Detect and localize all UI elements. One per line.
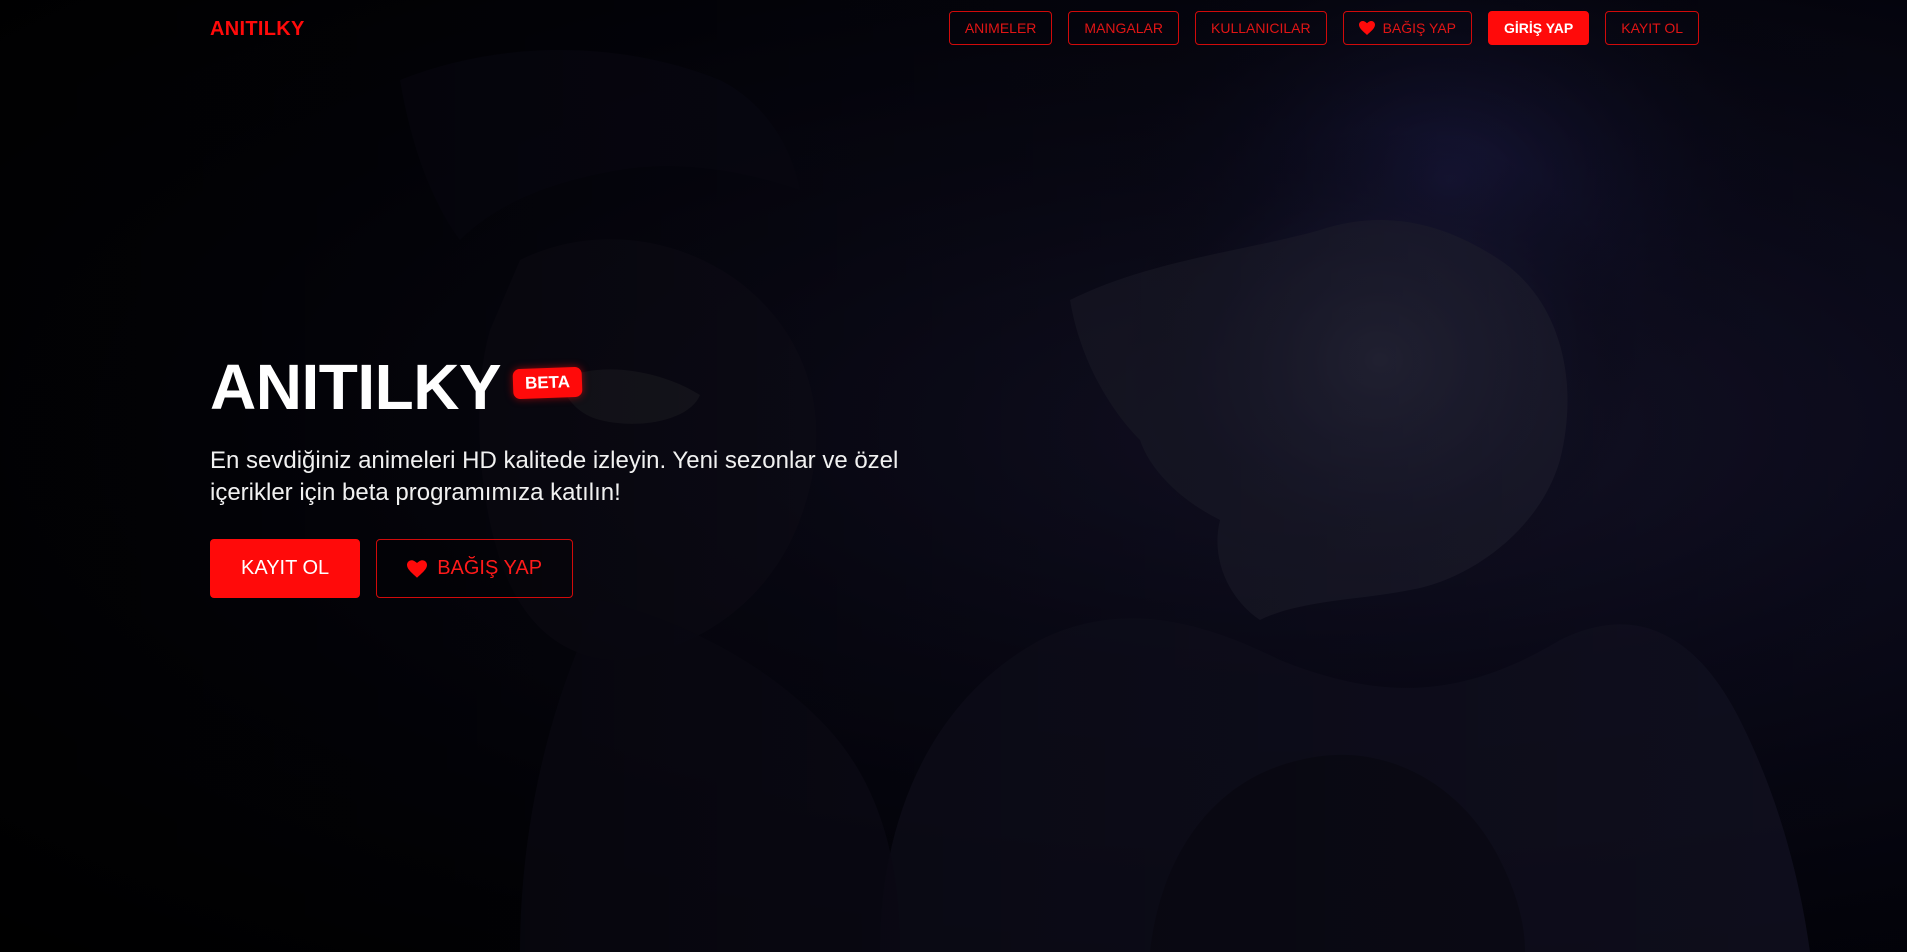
register-cta-button[interactable]: KAYIT OL: [210, 539, 361, 598]
brand-logo[interactable]: ANITILKY: [210, 18, 305, 41]
nav-mangalar-label: MANGALAR: [1084, 20, 1163, 36]
hero-title-row: ANITILKY BETA: [210, 355, 930, 419]
nav-login-label: GİRİŞ YAP: [1504, 20, 1574, 36]
nav-animeler-button[interactable]: ANIMELER: [948, 11, 1053, 45]
hero-title: ANITILKY: [210, 351, 502, 423]
nav-kullanicilar-button[interactable]: KULLANICILAR: [1195, 11, 1327, 45]
heart-icon: [407, 559, 428, 578]
nav-donate-button[interactable]: BAĞIŞ YAP: [1342, 11, 1472, 45]
donate-cta-button[interactable]: BAĞIŞ YAP: [376, 539, 574, 598]
heart-icon: [1358, 21, 1375, 35]
register-cta-label: KAYIT OL: [241, 557, 330, 579]
nav-links: ANIMELER MANGALAR KULLANICILAR BAĞIŞ YAP…: [948, 11, 1699, 45]
beta-badge: BETA: [512, 366, 583, 400]
top-navbar: ANITILKY ANIMELER MANGALAR KULLANICILAR …: [0, 0, 1907, 58]
nav-kullanicilar-label: KULLANICILAR: [1211, 20, 1311, 36]
nav-register-label: KAYIT OL: [1621, 20, 1683, 36]
donate-cta-label: BAĞIŞ YAP: [437, 557, 543, 579]
nav-login-button[interactable]: GİRİŞ YAP: [1488, 11, 1590, 45]
landing-page: ANITILKY ANIMELER MANGALAR KULLANICILAR …: [0, 0, 1907, 952]
nav-animeler-label: ANIMELER: [964, 20, 1037, 36]
nav-mangalar-button[interactable]: MANGALAR: [1068, 11, 1179, 45]
hero-actions: KAYIT OL BAĞIŞ YAP: [210, 539, 930, 598]
nav-register-button[interactable]: KAYIT OL: [1605, 11, 1699, 45]
hero-section: ANITILKY BETA En sevdiğiniz animeleri HD…: [210, 355, 930, 598]
hero-subtitle: En sevdiğiniz animeleri HD kalitede izle…: [210, 447, 899, 506]
nav-donate-label: BAĞIŞ YAP: [1382, 20, 1456, 36]
